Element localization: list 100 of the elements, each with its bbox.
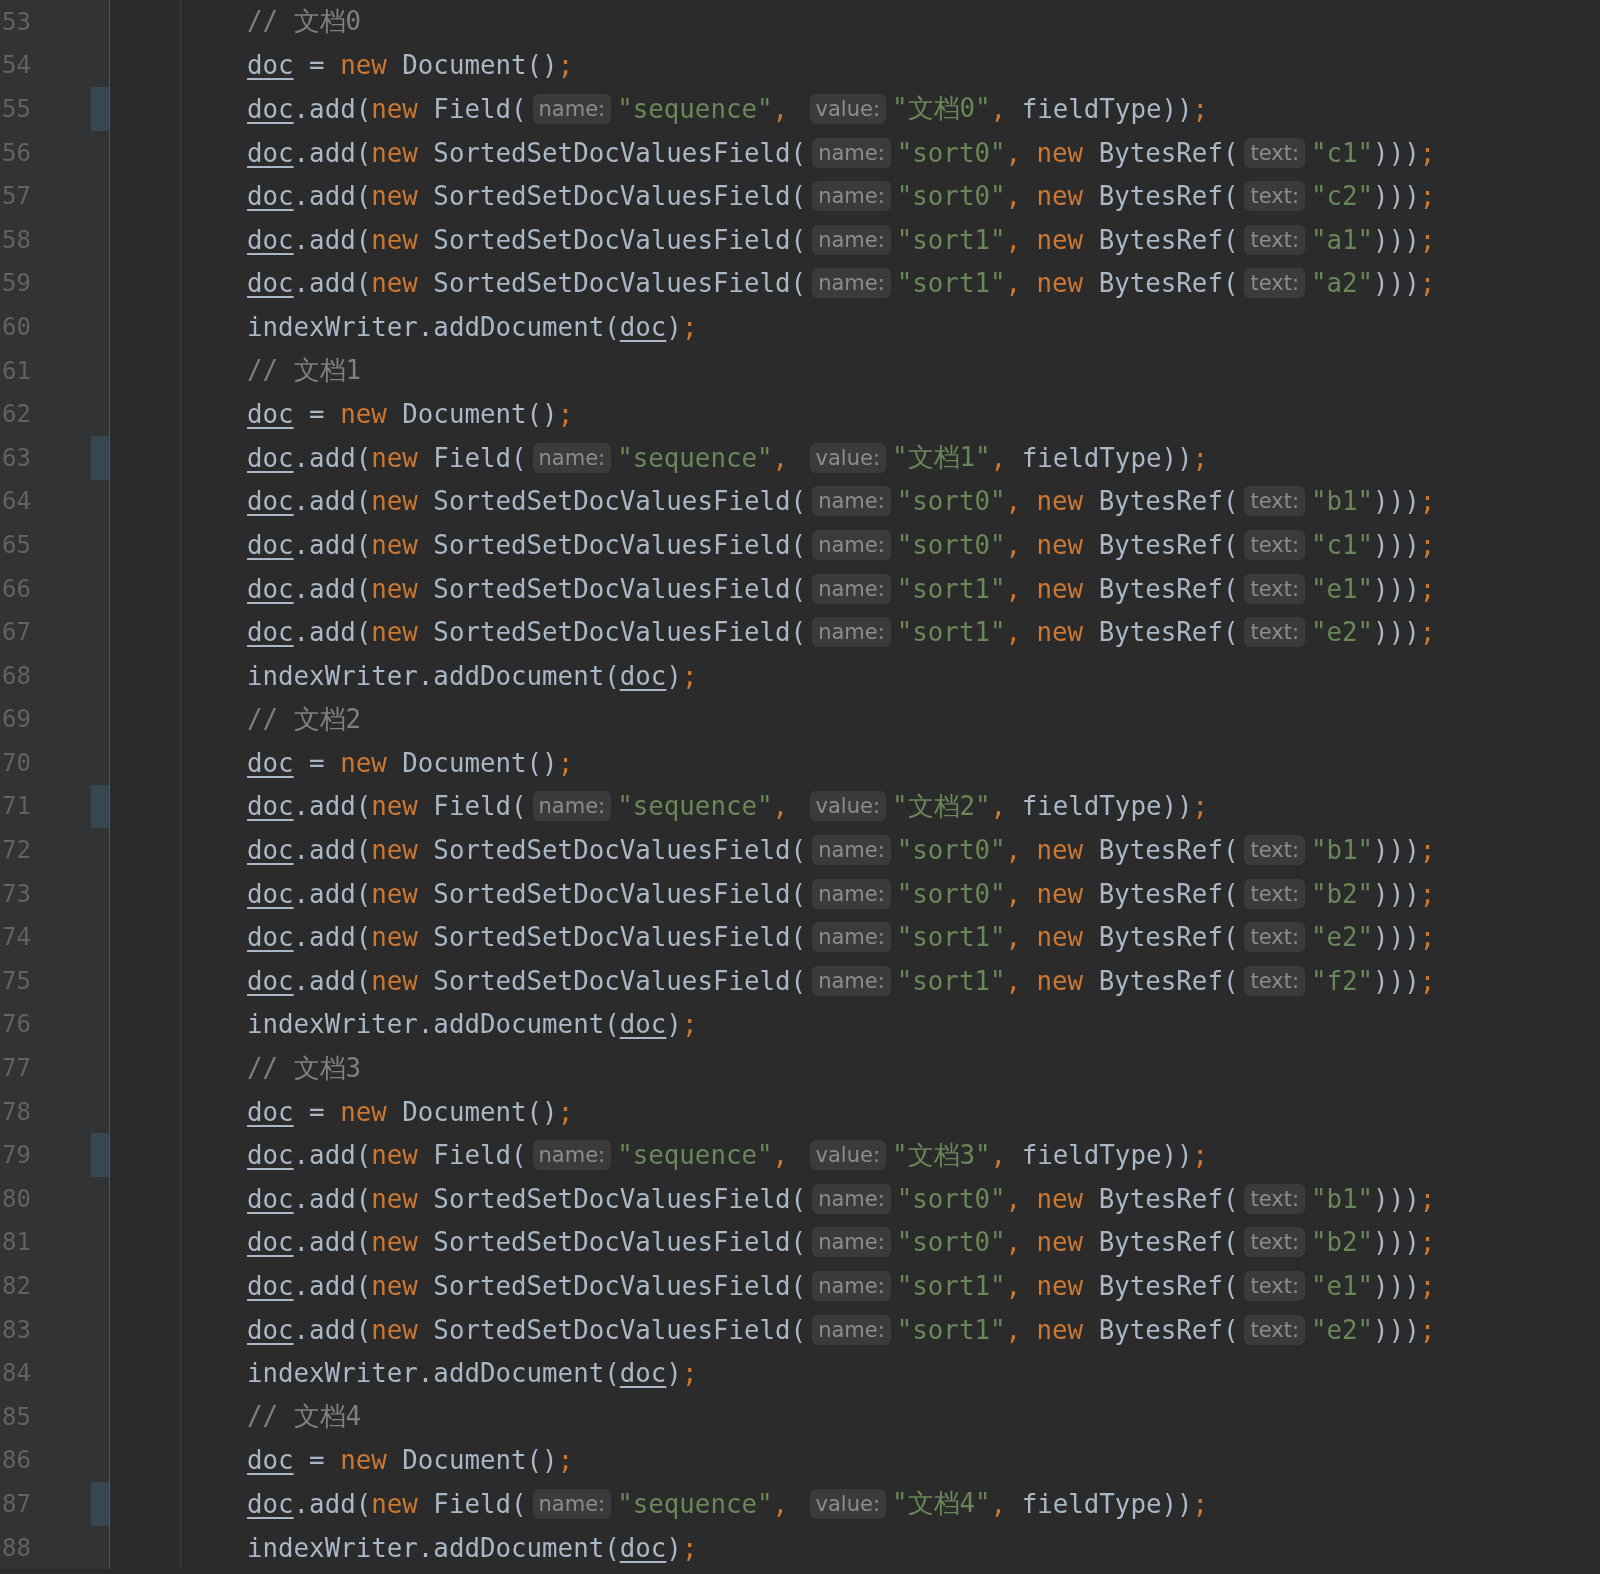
punctuation: ,: [772, 1140, 790, 1171]
punctuation: ;: [681, 660, 698, 691]
code-comment: // 文档1: [247, 354, 362, 388]
variable: doc: [619, 1532, 667, 1563]
parameter-hint: value:: [809, 1489, 886, 1519]
string-literal: "sort1": [896, 922, 1006, 953]
variable: doc: [247, 94, 294, 124]
keyword: new: [340, 747, 387, 778]
code-comment: // 文档3: [247, 1051, 362, 1085]
keyword: new: [1036, 878, 1084, 909]
punctuation: ;: [1419, 835, 1436, 866]
string-literal: "文档2": [892, 790, 991, 823]
string-literal: "sort1": [896, 1271, 1006, 1301]
code-text: .add(: [293, 442, 372, 473]
code-text: ))): [1373, 268, 1420, 299]
string-literal: "a1": [1311, 224, 1374, 255]
code-text: .add(: [293, 181, 372, 212]
string-literal: "b1": [1311, 835, 1374, 866]
punctuation: ;: [1419, 181, 1436, 212]
variable: doc: [247, 268, 294, 299]
code-text: BytesRef(: [1097, 181, 1239, 212]
string-literal: "sort1": [896, 617, 1006, 648]
keyword: new: [1036, 922, 1084, 953]
code-text: ): [666, 1358, 682, 1389]
code-text: Field(: [432, 442, 527, 473]
variable: doc: [619, 660, 667, 691]
variable: doc: [619, 1009, 667, 1040]
punctuation: ;: [1192, 442, 1209, 473]
code-text: ))): [1373, 224, 1420, 255]
code-text: BytesRef(: [1097, 529, 1239, 560]
parameter-hint: text:: [1244, 922, 1305, 953]
code-text: .add(: [293, 1271, 372, 1301]
parameter-hint: text:: [1244, 573, 1305, 604]
code-text: indexWriter.addDocument(: [247, 660, 620, 691]
string-literal: "c2": [1311, 181, 1374, 212]
code-text: BytesRef(: [1097, 268, 1239, 299]
keyword: new: [1036, 486, 1084, 517]
code-text: SortedSetDocValuesField(: [432, 486, 807, 517]
string-literal: "sequence": [617, 442, 773, 473]
punctuation: ;: [1419, 573, 1436, 604]
variable: doc: [247, 617, 294, 648]
code-text: SortedSetDocValuesField(: [432, 835, 807, 866]
variable: doc: [247, 529, 294, 560]
code-text: BytesRef(: [1097, 1314, 1239, 1345]
string-literal: "f2": [1311, 965, 1374, 996]
code-text: .add(: [293, 268, 372, 299]
punctuation: ,: [1005, 137, 1022, 168]
punctuation: ,: [990, 442, 1007, 473]
code-comment: // 文档2: [247, 702, 362, 736]
code-text: ))): [1373, 835, 1420, 866]
code-text: BytesRef(: [1097, 486, 1239, 517]
string-literal: "sequence": [617, 1489, 773, 1519]
parameter-hint: text:: [1244, 835, 1305, 866]
punctuation: ;: [1419, 878, 1436, 909]
code-text: SortedSetDocValuesField(: [432, 1271, 807, 1301]
punctuation: ;: [1192, 1140, 1209, 1171]
keyword: new: [371, 878, 418, 909]
code-text: ): [666, 1532, 682, 1563]
variable: doc: [247, 224, 294, 255]
string-literal: "sort0": [896, 1183, 1006, 1214]
string-literal: "sort0": [896, 1227, 1006, 1258]
code-text: SortedSetDocValuesField(: [432, 529, 807, 560]
parameter-hint: name:: [812, 1183, 891, 1214]
keyword: new: [371, 1140, 418, 1171]
code-text: .add(: [293, 1227, 372, 1258]
code-text: .add(: [293, 617, 372, 648]
code-text: SortedSetDocValuesField(: [432, 268, 807, 299]
parameter-hint: value:: [809, 791, 886, 822]
code-text: ): [666, 311, 682, 342]
code-text: ))): [1373, 1183, 1420, 1214]
string-literal: "sort1": [896, 1314, 1006, 1345]
parameter-hint: name:: [532, 791, 612, 822]
keyword: new: [1036, 573, 1084, 604]
punctuation: ;: [1419, 529, 1436, 560]
parameter-hint: value:: [809, 1140, 886, 1171]
code-text: SortedSetDocValuesField(: [432, 617, 807, 648]
parameter-hint: name:: [532, 94, 612, 124]
keyword: new: [371, 617, 418, 648]
code-text: Document(): [401, 1445, 558, 1476]
keyword: new: [371, 791, 418, 822]
parameter-hint: text:: [1244, 224, 1305, 255]
variable: doc: [619, 1358, 667, 1389]
parameter-hint: text:: [1244, 486, 1305, 517]
string-literal: "e2": [1311, 1314, 1374, 1345]
parameter-hint: name:: [812, 1314, 891, 1345]
variable: doc: [247, 399, 294, 430]
keyword: new: [371, 442, 418, 473]
variable: doc: [247, 1271, 294, 1301]
keyword: new: [1036, 137, 1084, 168]
string-literal: "e2": [1311, 617, 1374, 648]
string-literal: "c1": [1311, 137, 1374, 168]
parameter-hint: name:: [812, 529, 891, 560]
punctuation: ,: [990, 1489, 1007, 1519]
parameter-hint: text:: [1244, 965, 1305, 996]
variable: doc: [247, 486, 294, 517]
punctuation: ;: [681, 311, 698, 342]
punctuation: ;: [1192, 1489, 1209, 1519]
variable: doc: [247, 1183, 294, 1214]
code-text: BytesRef(: [1097, 1227, 1239, 1258]
code-text: ): [666, 660, 682, 691]
